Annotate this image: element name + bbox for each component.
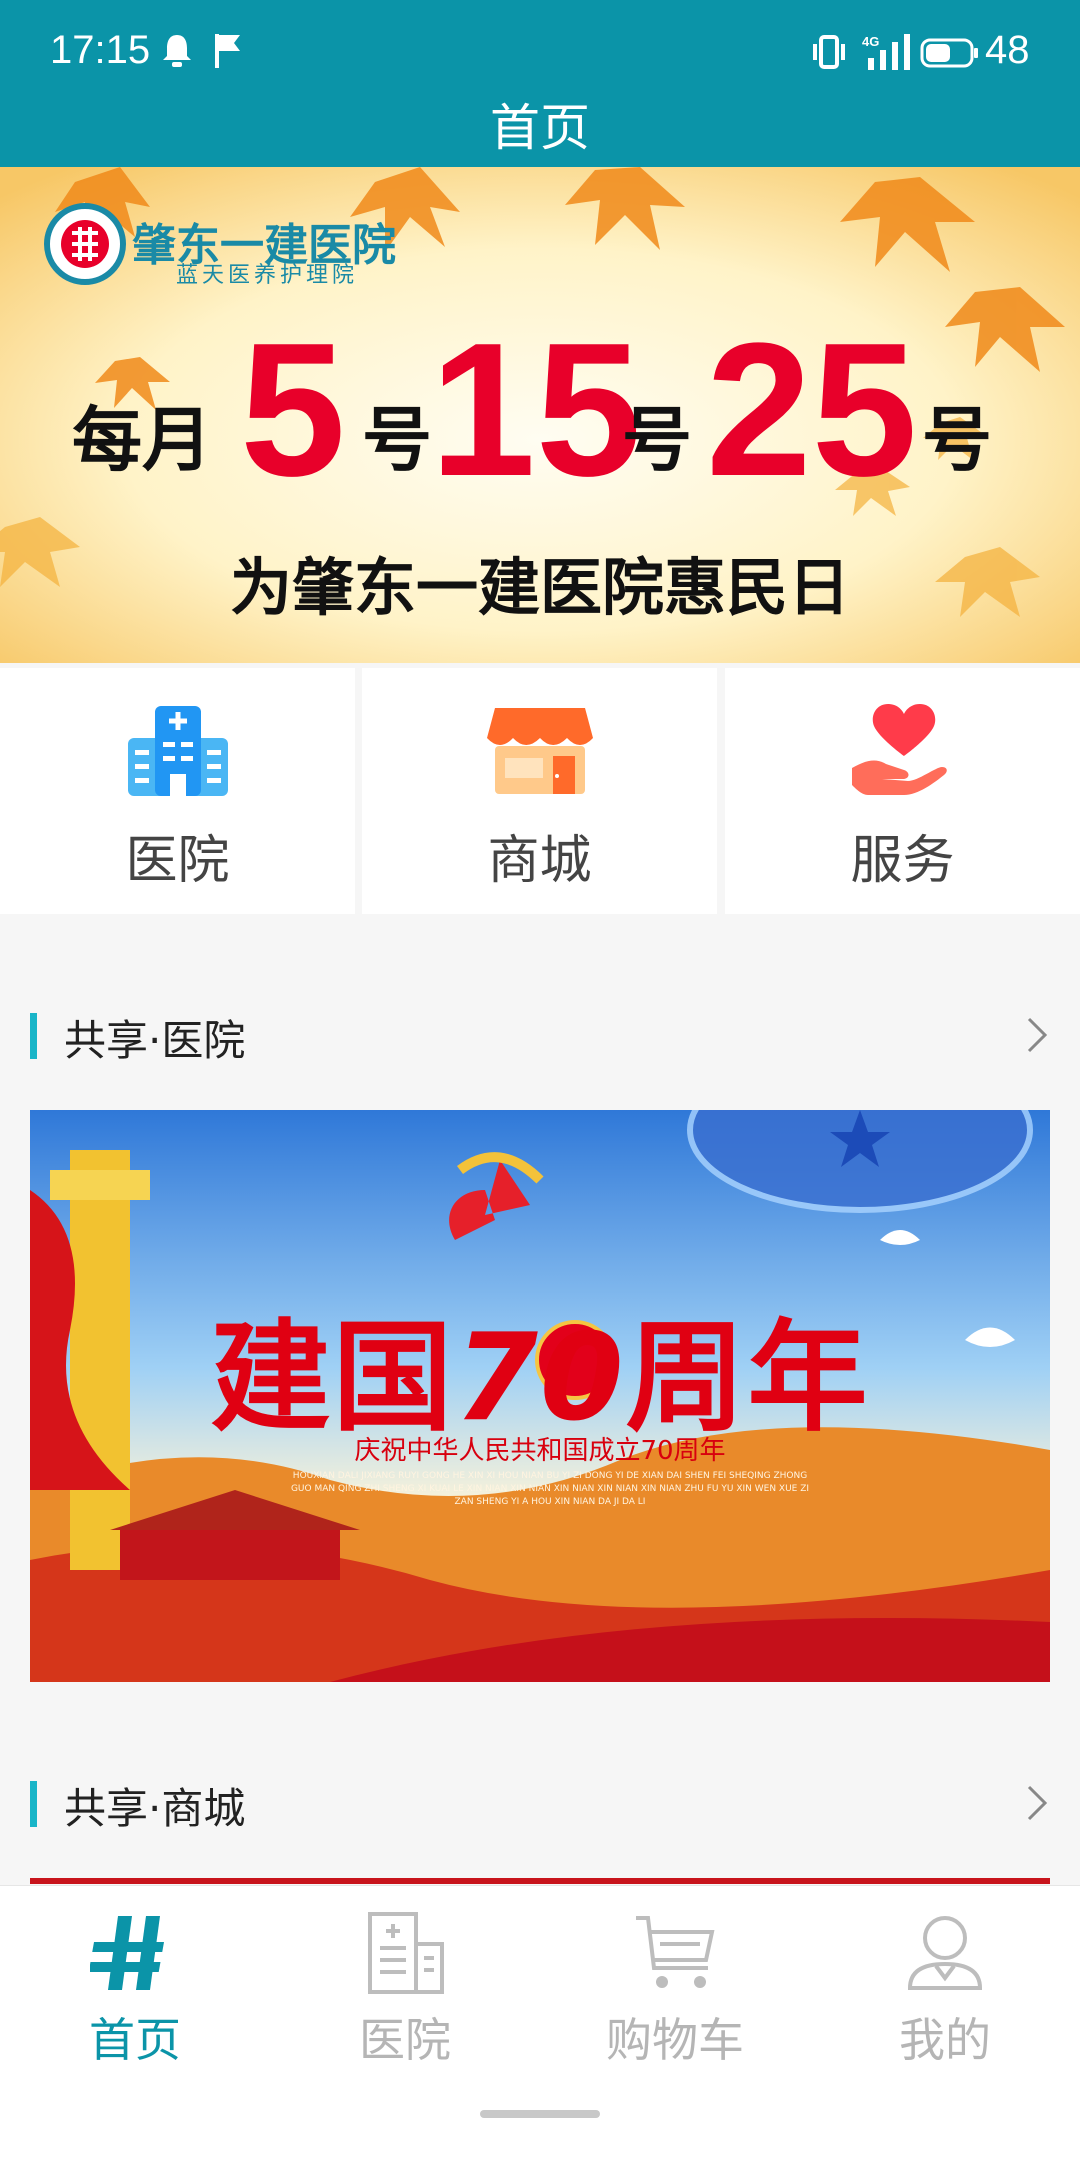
quick-label-store: 商城 (487, 831, 592, 891)
anniversary-title-left: 建国 (210, 1309, 455, 1448)
top-bar: 17:15 4G 48 首页 (0, 0, 1080, 167)
status-time: 17:15 (50, 28, 151, 72)
nav-tab-home[interactable]: 首页 (0, 1886, 270, 2086)
section-header-mall[interactable]: 共享·商城 (0, 1763, 1080, 1843)
quick-label-hospital: 医院 (125, 831, 230, 891)
quick-item-hospital[interactable]: 医院 (0, 668, 355, 914)
notification-bell-icon (163, 35, 191, 67)
battery-level: 48 (985, 28, 1030, 72)
anniversary-title: 建国70周年 (30, 1280, 1050, 1454)
promo-subtitle: 为肇东一建医院惠民日 (229, 551, 850, 624)
promo-month-prefix: 每月 (72, 399, 212, 481)
bottom-navigation: 首页 医院 购物车 我的 (0, 1885, 1080, 2161)
svg-text:4G: 4G (862, 34, 879, 49)
nav-label-home: 首页 (89, 2013, 181, 2067)
quick-item-service[interactable]: 服务 (725, 668, 1080, 914)
promo-day-15: 15 (430, 304, 642, 516)
nav-label-cart: 购物车 (606, 2013, 744, 2067)
nav-tab-profile[interactable]: 我的 (810, 1886, 1080, 2086)
signal-icon: 4G (862, 34, 910, 70)
section-title-mall: 共享·商城 (64, 1784, 246, 1833)
cart-icon (636, 1916, 715, 1988)
chevron-right-icon (1027, 1785, 1048, 1821)
quick-item-store[interactable]: 商城 (362, 668, 717, 914)
promo-day-25: 25 (706, 304, 918, 516)
building-icon (368, 1912, 444, 1994)
hospital-icon (127, 706, 228, 796)
quick-menu: 医院 商城 服务 (0, 668, 1080, 914)
chevron-right-icon (1027, 1017, 1048, 1053)
anniversary-title-number: 70 (454, 1309, 626, 1448)
promo-hao-2: 号 (622, 399, 692, 481)
battery-icon (920, 38, 978, 68)
home-indicator[interactable] (480, 2110, 600, 2118)
promo-days-line: 每月 5 号 15 号 25 号 (0, 315, 1080, 505)
anniversary-subtitle: 庆祝中华人民共和国成立70周年 (354, 1436, 726, 1466)
vibrate-icon (813, 35, 845, 69)
home-logo-icon (90, 1916, 165, 1990)
promo-hao-3: 号 (922, 399, 992, 481)
promo-hao-1: 号 (362, 399, 432, 481)
promo-banner[interactable]: 肇东一建医院 蓝天医养护理院 每月 5 号 15 号 25 号 为肇东一建医院惠… (0, 167, 1080, 663)
page-title: 首页 (490, 99, 590, 157)
section-accent-bar (30, 1013, 37, 1059)
hospital-logo-subname: 蓝天医养护理院 (176, 263, 359, 288)
section-header-hospital[interactable]: 共享·医院 (0, 995, 1080, 1075)
heart-hand-icon (851, 704, 947, 795)
store-icon (486, 708, 593, 794)
section-accent-bar (30, 1781, 37, 1827)
anniversary-banner[interactable]: 建国70周年 庆祝中华人民共和国成立70周年 HOUXIAN DALI JIXI… (30, 1110, 1050, 1682)
section-title-hospital: 共享·医院 (64, 1016, 246, 1065)
nav-tab-cart[interactable]: 购物车 (540, 1886, 810, 2086)
quick-label-service: 服务 (850, 831, 955, 891)
nav-label-profile: 我的 (899, 2013, 991, 2067)
flag-icon (215, 34, 240, 68)
anniversary-pinyin: HOUXIAN DALI JIXIANG RUYI GONG HE XIN XI… (290, 1471, 810, 1507)
anniversary-title-right: 周年 (625, 1309, 870, 1448)
nav-label-hospital: 医院 (359, 2013, 451, 2067)
nav-tab-hospital[interactable]: 医院 (270, 1886, 540, 2086)
user-icon (907, 1916, 983, 1990)
mall-banner-preview[interactable] (30, 1878, 1050, 1884)
promo-day-5: 5 (240, 304, 346, 516)
